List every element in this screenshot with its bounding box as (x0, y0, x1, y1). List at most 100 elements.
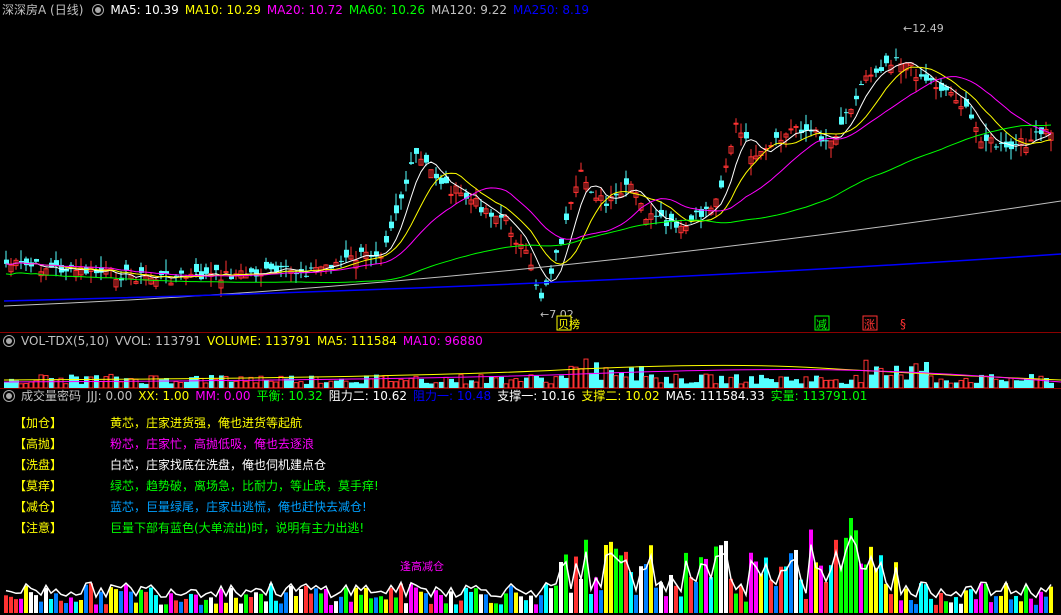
indicator-settings-circle-icon[interactable] (3, 390, 15, 402)
indicator-bar (84, 584, 88, 613)
volume-bar (944, 380, 949, 388)
candle-body (549, 268, 554, 274)
volume-chart[interactable] (0, 350, 1061, 388)
indicator-bar (514, 592, 518, 613)
volume-bar (469, 380, 474, 388)
indicator-bar (44, 587, 48, 613)
indicator-bar (434, 590, 438, 613)
volume-bar (853, 374, 859, 388)
candle-body (284, 265, 289, 267)
indicator-bar (664, 596, 668, 613)
candle-body (539, 292, 544, 299)
volume-bar (98, 380, 104, 388)
volume-bar (1014, 380, 1019, 388)
candle-body (733, 122, 739, 125)
indicator-bar (694, 581, 698, 613)
candle-body (859, 84, 864, 86)
candle-body (578, 169, 584, 172)
legend-text: 粉芯，庄家忙，高抛低吸，俺也去逐浪 (110, 437, 315, 451)
volume-bar (309, 375, 314, 388)
indicator-bar (584, 539, 588, 613)
indicator-bar (129, 591, 133, 613)
volume-bar (1019, 380, 1024, 388)
high-label: ←12.49 (903, 22, 944, 35)
indicator-bar (329, 604, 333, 613)
volume-bar (664, 376, 669, 388)
volume-bar (818, 377, 824, 388)
indicator-bar (389, 587, 393, 613)
volume-bar (248, 376, 254, 388)
candle-body (34, 259, 39, 262)
candle-body (969, 114, 974, 119)
settings-circle-icon[interactable] (92, 4, 105, 16)
indicator-bar (969, 589, 973, 613)
legend-key: 【莫痒】 (14, 479, 63, 493)
indicator-bar (809, 529, 813, 613)
candle-body (894, 57, 899, 59)
volume-bar (559, 375, 564, 388)
indicator-bar (1014, 595, 1018, 613)
indicator-bar (9, 596, 13, 613)
price-chart[interactable]: ←12.49←7.02贝榜减涨 § (0, 16, 1061, 332)
indicator-bar (39, 601, 43, 613)
candle-body (559, 238, 564, 244)
volume-settings-circle-icon[interactable] (3, 335, 15, 347)
indicator-bar (194, 594, 198, 613)
candle-body (304, 275, 309, 277)
indicator-bar (619, 555, 623, 613)
indicator-bar (339, 596, 343, 613)
ma-value-1: MA10: 10.29 (184, 3, 261, 17)
indicator-bar (954, 597, 958, 613)
ma-value-3: MA60: 10.26 (348, 3, 425, 17)
candle-body (194, 263, 199, 272)
indicator-bar (679, 596, 683, 613)
legend-key: 【高抛】 (14, 437, 63, 451)
volume-bar (803, 376, 809, 388)
candle-body (554, 250, 559, 253)
candle-body (1014, 143, 1019, 145)
volume-bar (784, 376, 789, 388)
volume-bar (863, 359, 869, 388)
candle-body (404, 179, 409, 184)
indicator-bar (354, 587, 358, 613)
candle-body (384, 236, 389, 243)
volume-bar (133, 378, 139, 388)
indicator-bar (999, 595, 1003, 613)
volume-bar (209, 375, 214, 388)
indicator-bar (69, 597, 73, 613)
candle-body (279, 265, 284, 268)
candle-body (604, 203, 609, 206)
indicator-bar (49, 598, 53, 613)
indicator-bar (1024, 585, 1028, 613)
indicator-bar (744, 601, 748, 613)
volume-bar (508, 379, 514, 388)
candle-body (4, 259, 9, 264)
volume-bar (383, 375, 389, 388)
volume-bar (778, 376, 784, 388)
volume-bar (524, 377, 529, 388)
volume-bar (534, 375, 539, 388)
indicator-bar (804, 598, 808, 613)
indicator-bar (824, 581, 828, 613)
volume-bar (198, 377, 204, 388)
signal-reduce: 减 (816, 318, 827, 331)
volume-panel-header: VOL-TDX(5,10) VVOL: 113791 VOLUME: 113791 M… (0, 333, 1061, 350)
volume-bar (148, 375, 154, 388)
legend-key: 【加仓】 (14, 416, 63, 430)
volume-bar (84, 376, 89, 388)
indicator-bar (759, 573, 763, 613)
indicator-bar (59, 600, 63, 613)
indicator-bar (644, 564, 648, 613)
volume-bar (764, 378, 769, 388)
volume-bar (493, 377, 499, 388)
stock-title: 深深房A (日线) (2, 3, 84, 17)
candle-body (984, 134, 989, 141)
indicator-bar (539, 595, 543, 613)
legend-text: 白芯，庄家找底在洗盘，俺也伺机建点仓 (110, 458, 327, 472)
volume-bar (938, 378, 944, 388)
candle-body (844, 112, 849, 114)
indicator-panel-header: 成交量密码 JJJ: 0.00 XX: 1.00 MM: 0.00 平衡: 10.32 阻… (0, 388, 1061, 405)
volume-bar (634, 380, 639, 388)
indicator-bar (299, 589, 303, 613)
volume-bar (623, 376, 629, 388)
